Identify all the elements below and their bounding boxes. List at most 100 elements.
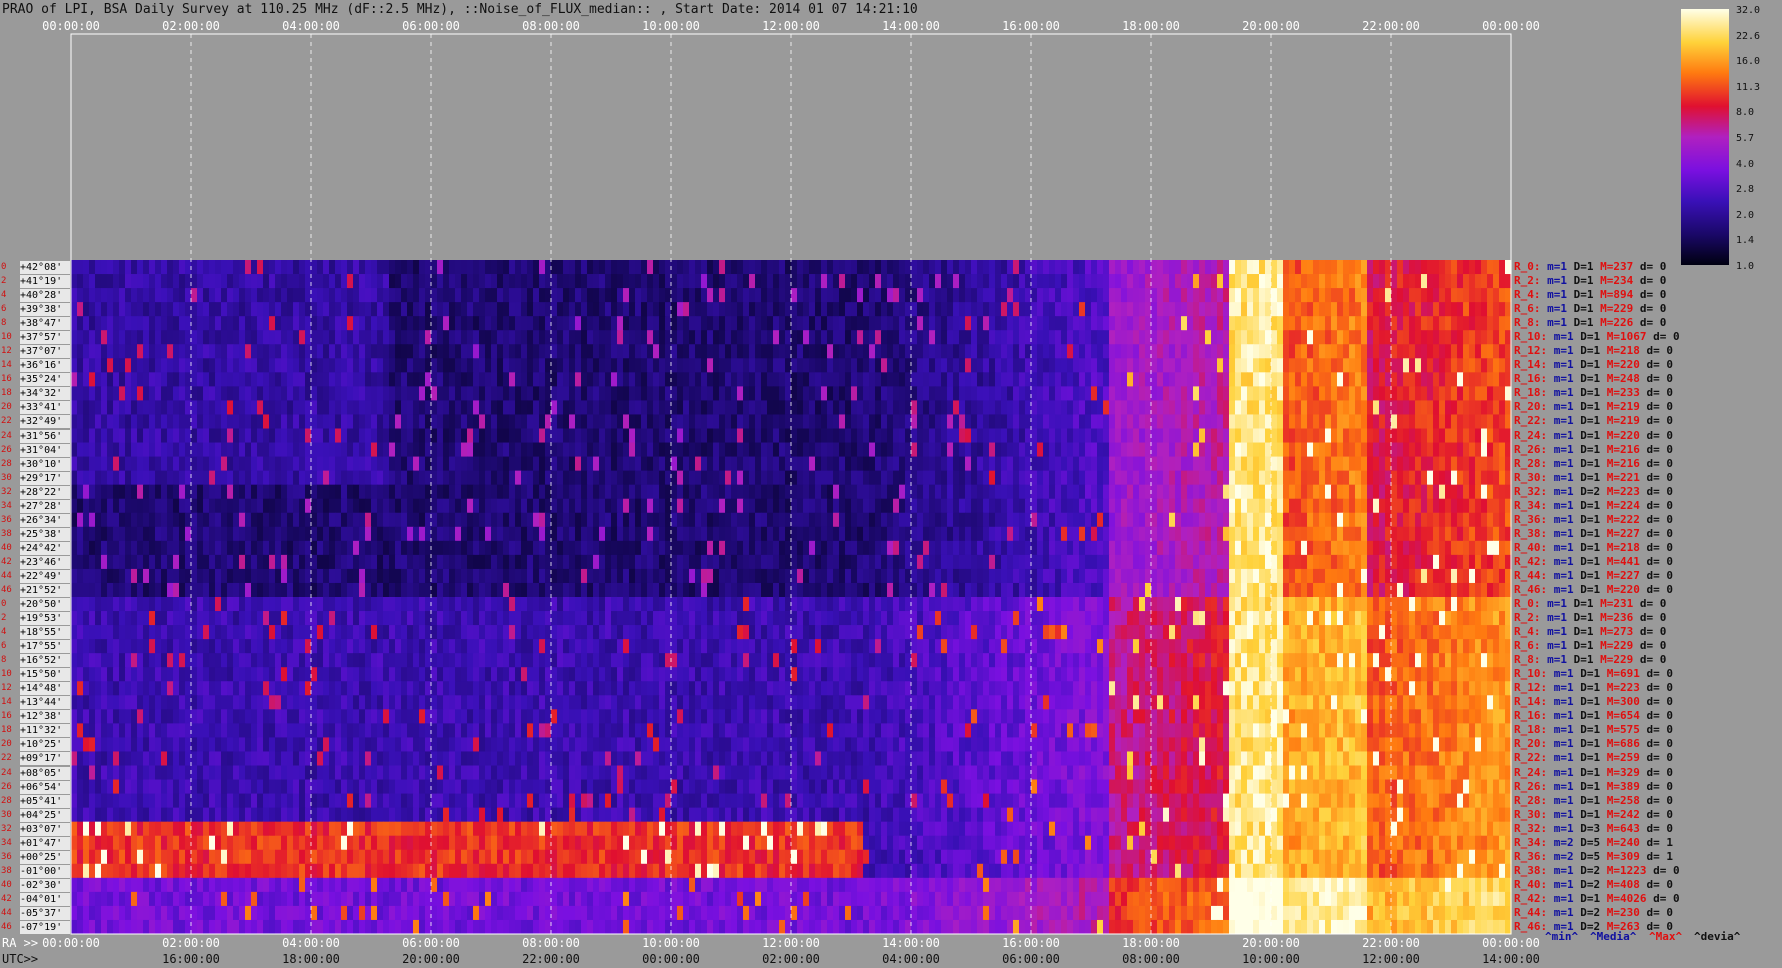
heatmap-cell <box>413 512 420 528</box>
heatmap-cell <box>887 344 894 359</box>
heatmap-cell <box>1157 400 1164 415</box>
heatmap-cell <box>401 442 408 457</box>
heatmap-cell <box>941 274 948 289</box>
heatmap-cell <box>1295 386 1302 401</box>
heatmap-cell <box>977 358 984 373</box>
heatmap-cell <box>1109 540 1116 556</box>
heatmap-cell <box>149 288 156 303</box>
heatmap-cell <box>1439 484 1446 500</box>
heatmap-cell <box>791 344 798 359</box>
heatmap-cell <box>1331 302 1338 317</box>
heatmap-cell <box>1031 484 1038 500</box>
heatmap-cell <box>251 288 258 303</box>
heatmap-cell <box>1181 470 1188 486</box>
heatmap-cell <box>989 470 996 486</box>
heatmap-cell <box>353 470 360 486</box>
heatmap-cell <box>1271 428 1278 443</box>
heatmap-cell <box>1097 386 1104 401</box>
heatmap-cell <box>455 316 462 331</box>
heatmap-cell <box>791 512 798 528</box>
heatmap-cell <box>491 456 498 472</box>
heatmap-cell <box>1433 428 1440 443</box>
heatmap-cell <box>911 372 918 387</box>
heatmap-cell <box>335 344 342 359</box>
heatmap-cell <box>299 288 306 303</box>
heatmap-cell <box>383 302 390 317</box>
heatmap-cell <box>653 316 660 331</box>
heatmap-cell <box>875 428 882 443</box>
heatmap-cell <box>701 526 708 542</box>
heatmap-cell <box>1355 442 1362 457</box>
heatmap-cell <box>809 260 816 275</box>
heatmap-cell <box>323 456 330 472</box>
heatmap-cell <box>269 470 276 486</box>
heatmap-cell <box>551 484 558 500</box>
heatmap-cell <box>1301 498 1308 514</box>
heatmap-cell <box>467 358 474 373</box>
heatmap-cell <box>1259 512 1266 528</box>
heatmap-cell <box>1379 372 1386 387</box>
heatmap-cell <box>353 400 360 415</box>
heatmap-cell <box>1175 274 1182 289</box>
heatmap-cell <box>1259 428 1266 443</box>
heatmap-cell <box>1433 372 1440 387</box>
heatmap-cell <box>449 442 456 457</box>
heatmap-cell <box>473 400 480 415</box>
heatmap-cell <box>1349 442 1356 457</box>
heatmap-cell <box>983 260 990 275</box>
heatmap-cell <box>1361 372 1368 387</box>
heatmap-cell <box>1379 442 1386 457</box>
heatmap-cell <box>491 372 498 387</box>
heatmap-cell <box>1217 372 1224 387</box>
heatmap-cell <box>797 344 804 359</box>
heatmap-cell <box>629 540 636 556</box>
heatmap-cell <box>611 512 618 528</box>
heatmap-cell <box>1367 526 1374 542</box>
heatmap-cell <box>1235 484 1242 500</box>
heatmap-cell <box>707 386 714 401</box>
heatmap-cell <box>71 512 78 528</box>
heatmap-cell <box>401 456 408 472</box>
heatmap-cell <box>1055 358 1062 373</box>
heatmap-cell <box>287 260 294 275</box>
heatmap-cell <box>1085 526 1092 542</box>
heatmap-cell <box>779 330 786 345</box>
heatmap-cell <box>719 400 726 415</box>
heatmap-cell <box>431 470 438 486</box>
heatmap-cell <box>977 288 984 303</box>
heatmap-cell <box>233 526 240 542</box>
heatmap-cell <box>107 344 114 359</box>
heatmap-cell <box>839 358 846 373</box>
heatmap-cell <box>257 260 264 275</box>
heatmap-cell <box>653 484 660 500</box>
heatmap-cell <box>473 302 480 317</box>
heatmap-cell <box>377 470 384 486</box>
heatmap-cell <box>365 442 372 457</box>
heatmap-cell <box>809 442 816 457</box>
heatmap-cell <box>113 260 120 275</box>
heatmap-cell <box>539 358 546 373</box>
heatmap-cell <box>245 428 252 443</box>
heatmap-cell <box>851 442 858 457</box>
heatmap-cell <box>1097 512 1104 528</box>
heatmap-cell <box>1031 414 1038 429</box>
heatmap-cell <box>731 288 738 303</box>
heatmap-cell <box>509 442 516 457</box>
heatmap-cell <box>497 274 504 289</box>
heatmap-cell <box>845 288 852 303</box>
heatmap-cell <box>563 456 570 472</box>
heatmap-cell <box>71 540 78 556</box>
heatmap-cell <box>245 498 252 514</box>
heatmap-cell <box>533 260 540 275</box>
heatmap-cell <box>947 344 954 359</box>
heatmap-cell <box>1259 274 1266 289</box>
heatmap-cell <box>113 386 120 401</box>
heatmap-cell <box>713 470 720 486</box>
heatmap-cell <box>299 358 306 373</box>
heatmap-cell <box>113 302 120 317</box>
heatmap-cell <box>1451 358 1458 373</box>
heatmap-cell <box>527 358 534 373</box>
heatmap-cell <box>1223 498 1230 514</box>
heatmap-cell <box>1205 526 1212 542</box>
heatmap-cell <box>1043 274 1050 289</box>
